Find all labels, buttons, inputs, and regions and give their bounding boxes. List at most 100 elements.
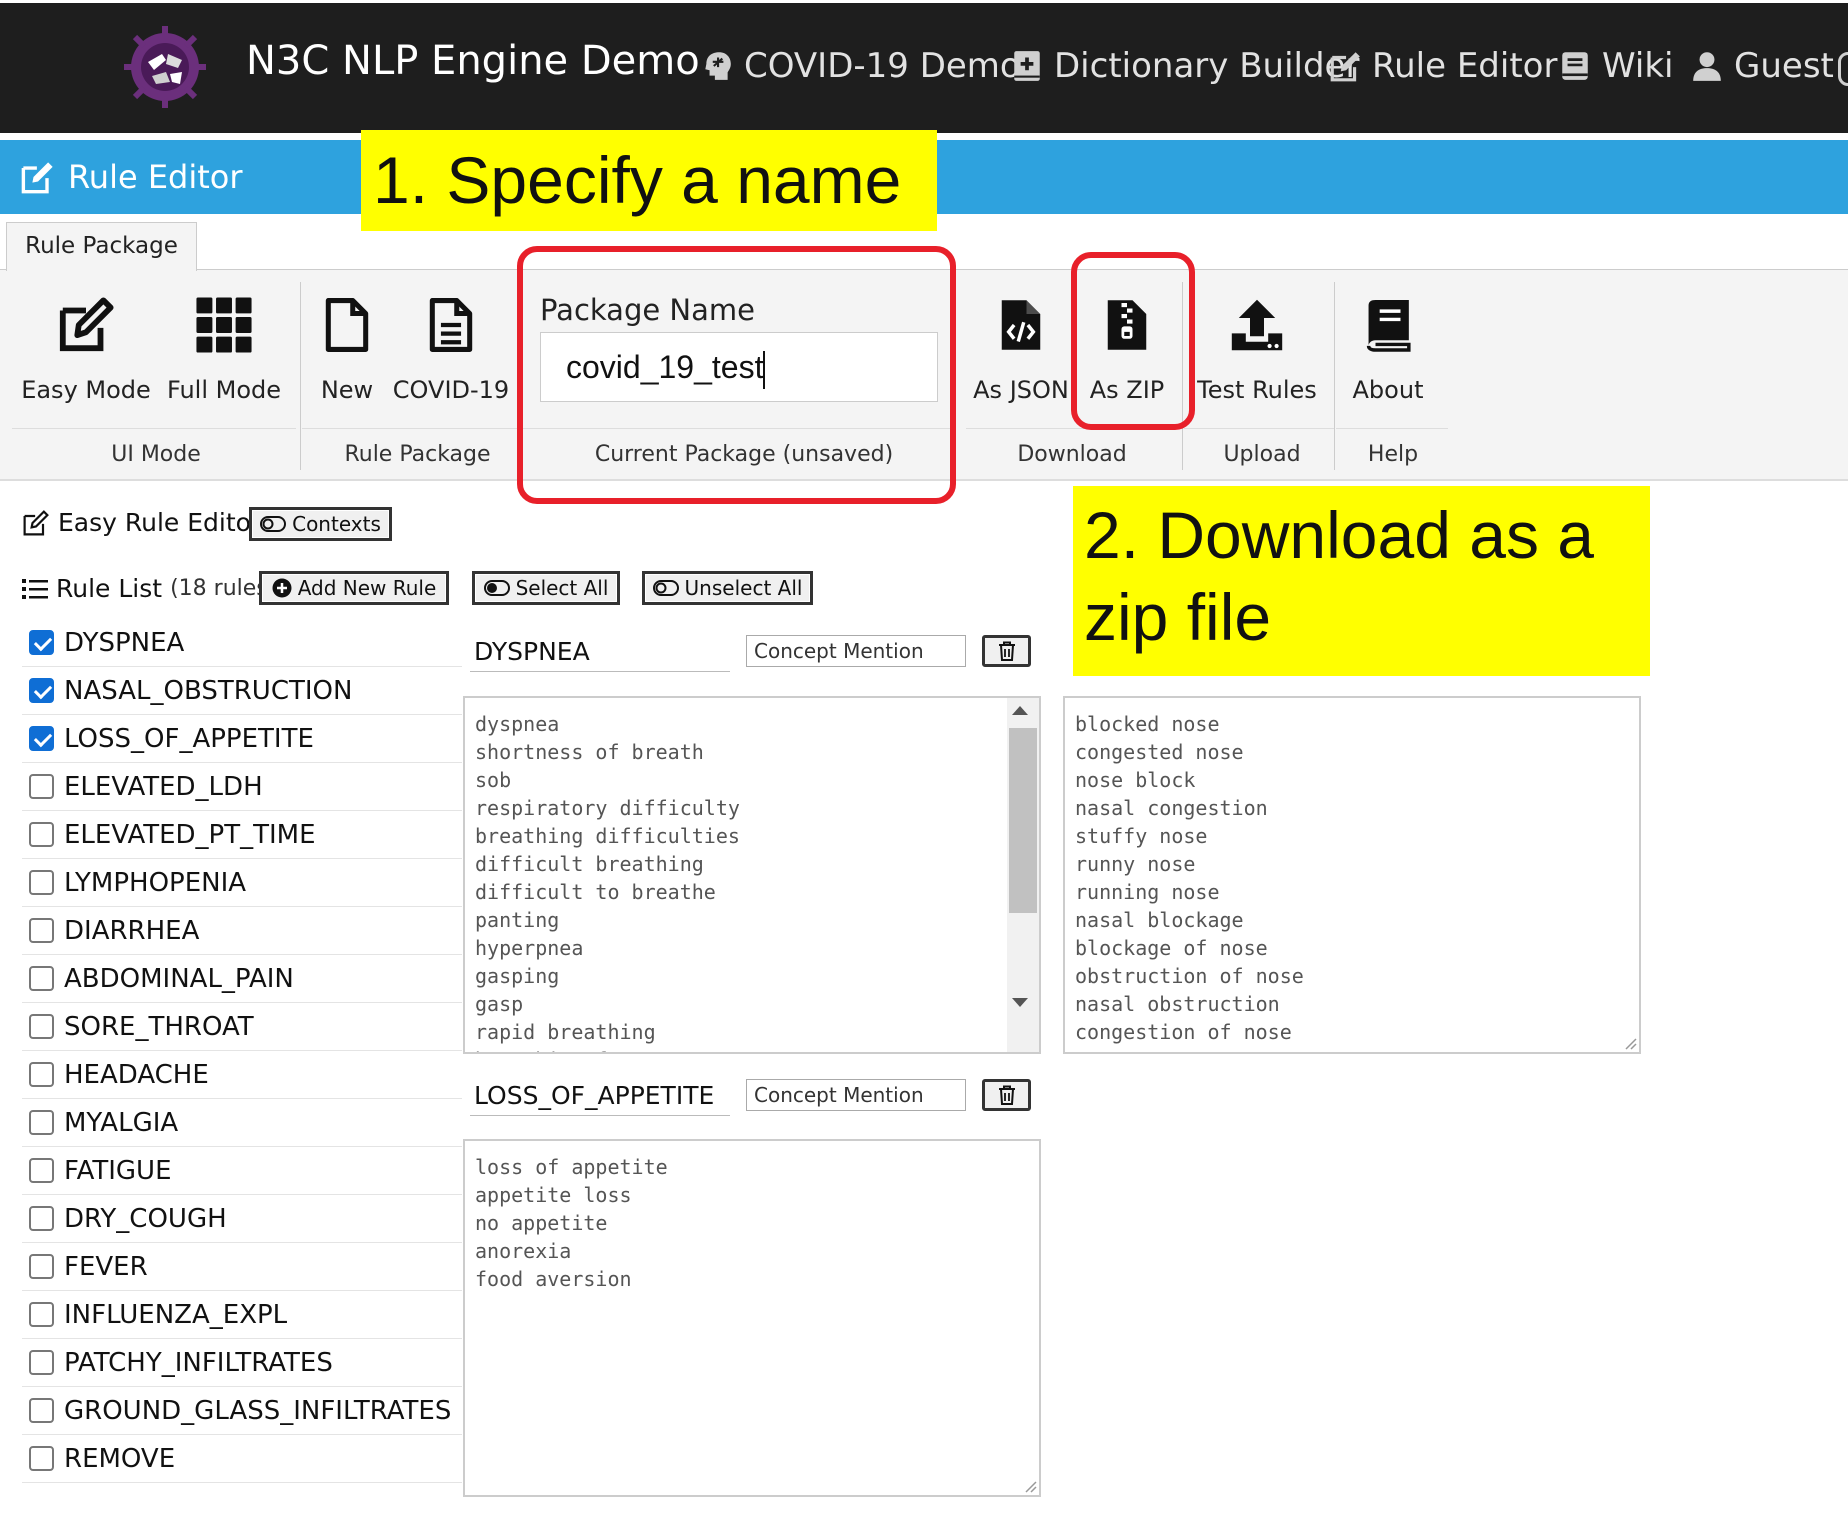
concept-type-select[interactable]: Concept Mention: [746, 635, 966, 667]
rule-list-item[interactable]: MYALGIA: [22, 1099, 462, 1147]
rule-label[interactable]: REMOVE: [64, 1444, 175, 1474]
select-all-button[interactable]: Select All: [472, 571, 620, 605]
term-line: loss of appetite: [475, 1155, 668, 1179]
rule-label[interactable]: DIARRHEA: [64, 916, 199, 946]
n3c-logo-icon[interactable]: [122, 24, 208, 110]
rule-list-item[interactable]: ABDOMINAL_PAIN: [22, 955, 462, 1003]
rule-label[interactable]: HEADACHE: [64, 1060, 209, 1090]
rule-checkbox[interactable]: [29, 1254, 54, 1279]
rule-list-item[interactable]: ELEVATED_LDH: [22, 763, 462, 811]
rule-checkbox[interactable]: [29, 870, 54, 895]
rule-label[interactable]: LOSS_OF_APPETITE: [64, 724, 314, 754]
divider: [1336, 428, 1448, 429]
download-json-button[interactable]: As JSON: [964, 290, 1078, 404]
rule-checkbox[interactable]: [29, 1206, 54, 1231]
rule-label[interactable]: DYSPNEA: [64, 628, 184, 658]
contexts-button[interactable]: Contexts: [249, 507, 392, 541]
rule-name-field[interactable]: LOSS_OF_APPETITE: [470, 1076, 730, 1116]
rule-list-item[interactable]: SORE_THROAT: [22, 1003, 462, 1051]
nav-covid-demo[interactable]: COVID-19 Demo: [700, 46, 1021, 86]
rule-list-item[interactable]: HEADACHE: [22, 1051, 462, 1099]
app-title[interactable]: N3C NLP Engine Demo: [246, 38, 700, 84]
rule-label[interactable]: ABDOMINAL_PAIN: [64, 964, 294, 994]
rule-label[interactable]: PATCHY_INFILTRATES: [64, 1348, 333, 1378]
rule-list-item[interactable]: GROUND_GLASS_INFILTRATES: [22, 1387, 462, 1435]
rule-checkbox[interactable]: [29, 1158, 54, 1183]
rule-label[interactable]: FEVER: [64, 1252, 148, 1282]
nav-rule-editor[interactable]: Rule Editor: [1328, 46, 1557, 86]
rule-checkbox[interactable]: [29, 1302, 54, 1327]
rule-checkbox[interactable]: [29, 630, 54, 655]
rule-list-item[interactable]: INFLUENZA_EXPL: [22, 1291, 462, 1339]
dyspnea-terms-textarea[interactable]: dyspnea shortness of breath sob respiratory…: [463, 696, 1041, 1054]
rule-checkbox[interactable]: [29, 678, 54, 703]
nasal-terms-textarea[interactable]: blocked nose congested nose nose block nasa…: [1063, 696, 1641, 1054]
rule-list-item[interactable]: PATCHY_INFILTRATES: [22, 1339, 462, 1387]
rule-list-item[interactable]: FATIGUE: [22, 1147, 462, 1195]
scroll-thumb[interactable]: [1009, 728, 1037, 913]
rule-list-item[interactable]: ELEVATED_PT_TIME: [22, 811, 462, 859]
rule-label[interactable]: FATIGUE: [64, 1156, 172, 1186]
test-rules-button[interactable]: Test Rules: [1190, 290, 1324, 404]
about-button[interactable]: About: [1346, 290, 1430, 404]
full-mode-button[interactable]: Full Mode: [158, 290, 290, 404]
rule-list-item[interactable]: LOSS_OF_APPETITE: [22, 715, 462, 763]
json-file-icon: [1001, 300, 1041, 350]
nav-dictionary-builder[interactable]: Dictionary Builder: [1010, 46, 1359, 86]
group-label-upload: Upload: [1223, 442, 1301, 467]
divider: [302, 428, 532, 429]
rule-checkbox[interactable]: [29, 1398, 54, 1423]
term-line: runny nose: [1075, 852, 1196, 876]
rule-list-item[interactable]: LYMPHOPENIA: [22, 859, 462, 907]
rule-checkbox[interactable]: [29, 1350, 54, 1375]
unselect-all-button[interactable]: Unselect All: [642, 571, 813, 605]
term-line: stuffy nose: [1075, 824, 1208, 848]
rule-checkbox[interactable]: [29, 1446, 54, 1471]
rule-label[interactable]: LYMPHOPENIA: [64, 868, 246, 898]
nav-overflow-icon[interactable]: [1838, 52, 1848, 86]
rule-label[interactable]: ELEVATED_LDH: [64, 772, 263, 802]
term-line: breathing fast: [475, 1046, 999, 1052]
rule-list-item[interactable]: REMOVE: [22, 1435, 462, 1483]
rule-list-item[interactable]: FEVER: [22, 1243, 462, 1291]
rule-list-item[interactable]: DRY_COUGH: [22, 1195, 462, 1243]
rule-label[interactable]: INFLUENZA_EXPL: [64, 1300, 287, 1330]
rule-label[interactable]: ELEVATED_PT_TIME: [64, 820, 316, 850]
concept-type-select[interactable]: Concept Mention: [746, 1079, 966, 1111]
nav-label: Rule Editor: [1372, 46, 1558, 86]
scrollbar[interactable]: [1007, 698, 1039, 1052]
rule-checkbox[interactable]: [29, 1014, 54, 1039]
nav-wiki[interactable]: Wiki: [1558, 46, 1673, 86]
rule-label[interactable]: SORE_THROAT: [64, 1012, 254, 1042]
appetite-terms-textarea[interactable]: loss of appetite appetite loss no appetite…: [463, 1139, 1041, 1497]
rule-checkbox[interactable]: [29, 918, 54, 943]
rule-label[interactable]: MYALGIA: [64, 1108, 178, 1138]
rule-checkbox[interactable]: [29, 966, 54, 991]
scroll-down-arrow-icon[interactable]: [1012, 998, 1028, 1007]
rule-checkbox[interactable]: [29, 822, 54, 847]
add-new-rule-button[interactable]: Add New Rule: [259, 571, 449, 605]
rule-label[interactable]: NASAL_OBSTRUCTION: [64, 676, 352, 706]
covid-package-button[interactable]: COVID-19: [386, 290, 516, 404]
resize-grip-icon[interactable]: [1023, 1479, 1037, 1493]
delete-rule-button[interactable]: [982, 1079, 1031, 1111]
annotation-line: 2. Download as a: [1084, 498, 1594, 572]
rule-name-field[interactable]: DYSPNEA: [470, 632, 730, 672]
add-new-rule-label: Add New Rule: [297, 576, 437, 600]
rule-list-item[interactable]: NASAL_OBSTRUCTION: [22, 667, 462, 715]
easy-mode-button[interactable]: Easy Mode: [20, 290, 152, 404]
nav-guest[interactable]: Guest: [1690, 46, 1834, 86]
delete-rule-button[interactable]: [982, 635, 1031, 667]
rule-label[interactable]: GROUND_GLASS_INFILTRATES: [64, 1396, 451, 1426]
rule-checkbox[interactable]: [29, 1110, 54, 1135]
annotation-line: zip file: [1084, 580, 1272, 654]
rule-checkbox[interactable]: [29, 1062, 54, 1087]
rule-list-item[interactable]: DIARRHEA: [22, 907, 462, 955]
resize-grip-icon[interactable]: [1623, 1036, 1637, 1050]
rule-checkbox[interactable]: [29, 774, 54, 799]
rule-label[interactable]: DRY_COUGH: [64, 1204, 227, 1234]
scroll-up-arrow-icon[interactable]: [1012, 706, 1028, 715]
tab-rule-package[interactable]: Rule Package: [6, 222, 197, 271]
rule-checkbox[interactable]: [29, 726, 54, 751]
rule-list-item[interactable]: DYSPNEA: [22, 619, 462, 667]
